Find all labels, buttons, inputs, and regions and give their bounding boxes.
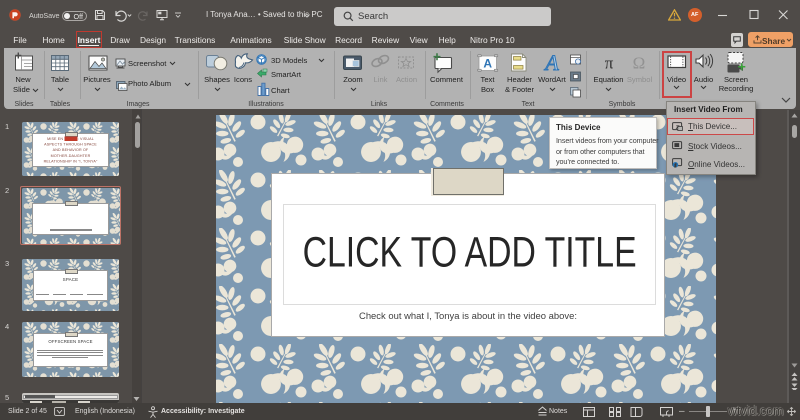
svg-text:CLICK TO ADD TITLE: CLICK TO ADD TITLE [303,229,637,277]
svg-text:A: A [543,50,559,75]
svg-text:A: A [483,57,492,71]
svg-text:π: π [605,54,614,73]
svg-text:Ω: Ω [633,54,646,73]
svg-text:Check out what I, Tonya is abo: Check out what I, Tonya is about in the … [359,311,577,321]
